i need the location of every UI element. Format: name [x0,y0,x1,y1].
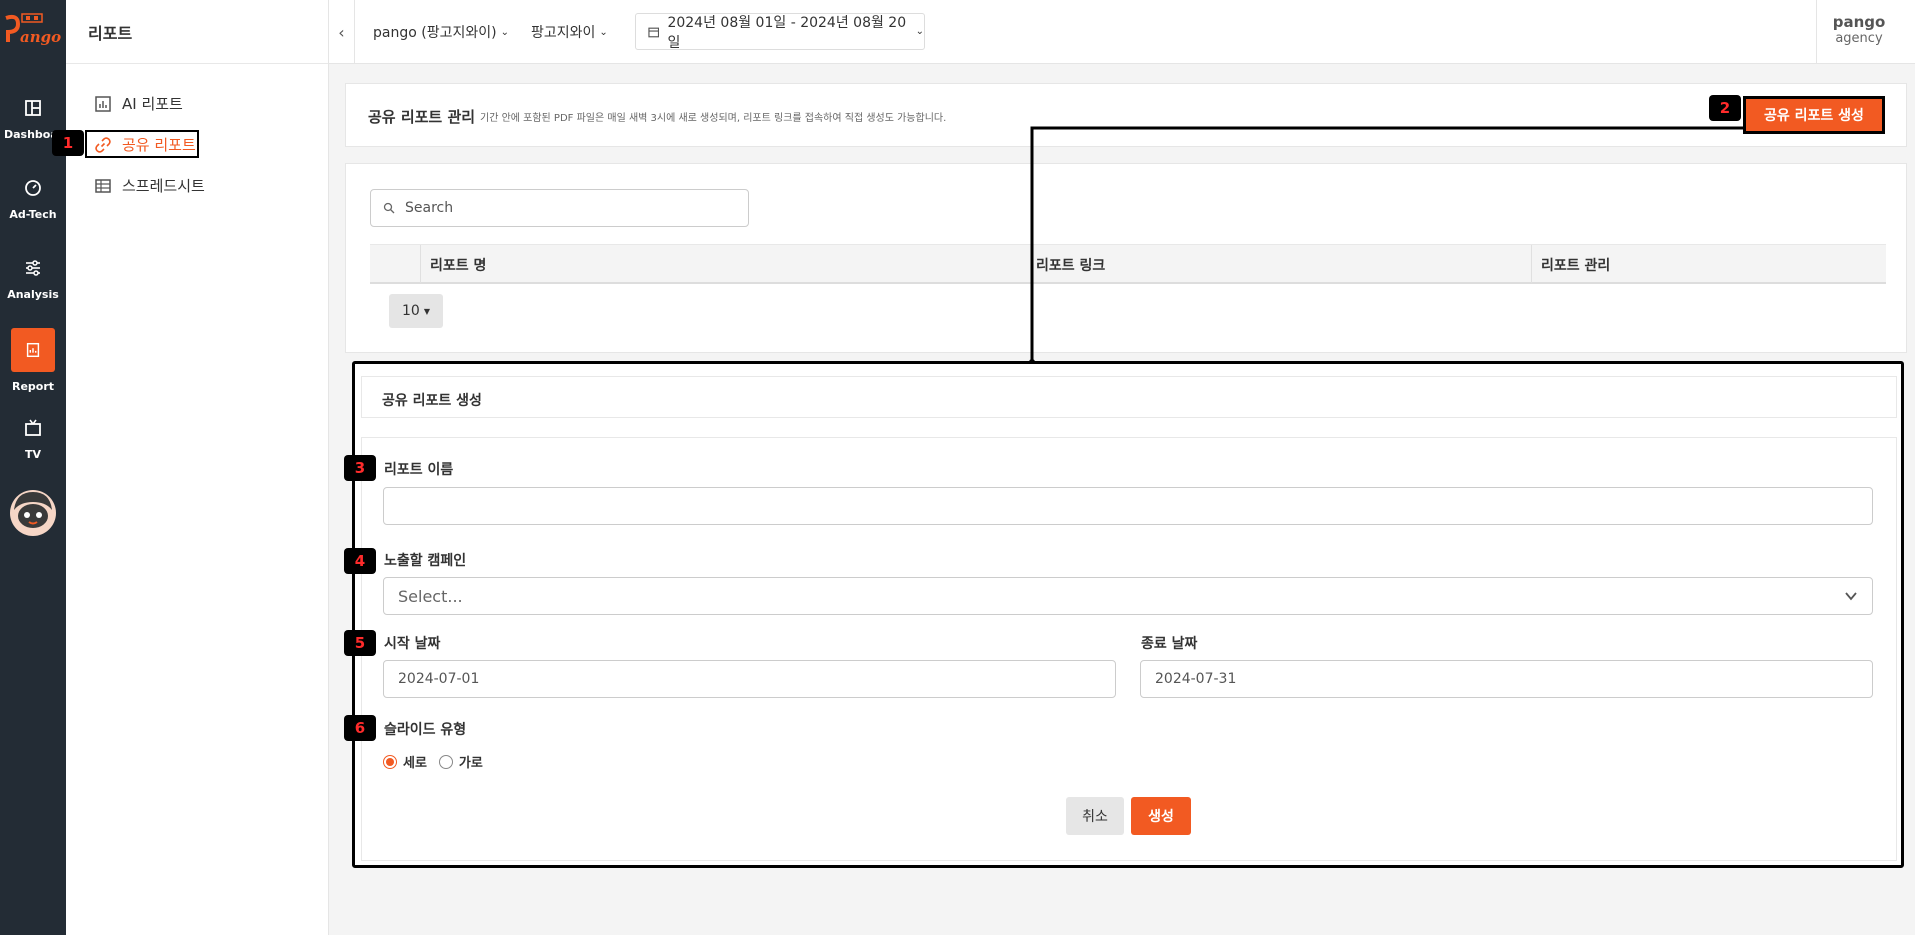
cancel-button[interactable]: 취소 [1066,797,1124,835]
mascot-avatar[interactable] [8,488,58,538]
rail-label-tv: TV [24,448,42,461]
slide-type-label: 슬라이드 유형 [384,722,467,738]
tv-icon [25,419,41,436]
page-title: 공유 리포트 관리 [368,108,476,126]
sidebar-title: 리포트 [66,0,328,64]
rail-item-tv[interactable]: TV [0,418,66,461]
date-range-picker[interactable]: 2024년 08월 01일 - 2024년 08월 20일 ⌄ [635,13,925,51]
rail-item-adtech[interactable]: Ad-Tech [0,178,66,221]
sidebar-item-label: 스프레드시트 [122,177,205,195]
report-active-box [11,328,55,372]
collapse-sidebar-button[interactable]: ‹ [329,0,355,64]
rail-item-report[interactable]: Report [0,328,66,393]
bar-chart-icon [95,95,111,112]
start-date-label: 시작 날짜 [384,636,441,652]
annotation-badge-5: 5 [344,630,376,656]
rail-label-analysis: Analysis [7,288,59,301]
sidebar-item-label: AI 리포트 [122,95,183,113]
page-description: 기간 안에 포함된 PDF 파일은 매일 새벽 3시에 새로 생성되며, 리포트… [480,113,947,124]
dashboard-icon [25,100,41,116]
user-menu[interactable]: pango agency [1816,0,1901,64]
top-bar: ‹ pango (팡고지와이) ⌄ 팡고지와이 ⌄ 2024년 08월 01일 … [329,0,1915,64]
sliders-icon [26,260,40,276]
annotation-badge-1: 1 [52,130,84,156]
end-date-label: 종료 날짜 [1141,636,1198,652]
advertiser-value: 팡고지와이 [531,25,596,41]
annotation-badge-2: 2 [1709,95,1741,121]
report-name-input[interactable] [383,487,1873,525]
slide-landscape-label[interactable]: 가로 [459,752,483,771]
svg-text:ango: ango [20,28,61,46]
annotation-box-1 [85,130,199,158]
user-name: pango [1832,13,1886,31]
search-icon [383,202,395,214]
annotation-connector [1029,126,1743,365]
annotation-badge-3: 3 [344,455,376,481]
annotation-badge-4: 4 [344,548,376,574]
chevron-down-icon [1845,592,1857,601]
date-range-value: 2024년 08월 01일 - 2024년 08월 20일 [667,14,907,51]
submit-create-button[interactable]: 생성 [1131,797,1191,835]
annotation-badge-6: 6 [344,715,376,741]
rail-label-report: Report [11,380,55,393]
page-size-value: 10 [402,303,420,319]
user-role: agency [1835,31,1883,46]
search-input[interactable]: Search [370,189,749,227]
column-header-name[interactable]: 리포트 명 [430,255,486,275]
calendar-icon [648,27,660,37]
slide-landscape-radio[interactable] [438,754,453,769]
start-date-input[interactable]: 2024-07-01 [383,660,1116,698]
create-shared-report-button[interactable]: 공유 리포트 생성 [1743,96,1885,134]
slide-portrait-radio[interactable] [383,754,397,769]
chevron-down-icon: ⌄ [599,26,608,38]
caret-down-icon: ▼ [423,306,430,316]
advertiser-dropdown[interactable]: 팡고지와이 ⌄ [531,22,608,42]
campaign-select[interactable]: Select... [383,577,1873,615]
slide-type-radio-group: 세로 가로 [383,752,483,771]
chevron-left-icon: ‹ [338,22,345,42]
campaign-placeholder: Select... [398,586,463,606]
rail-label-adtech: Ad-Tech [9,208,57,221]
pango-logo[interactable]: ango [2,12,64,48]
form-title: 공유 리포트 생성 [361,376,1897,418]
campaign-label: 노출할 캠페인 [384,553,467,569]
account-dropdown[interactable]: pango (팡고지와이) ⌄ [373,22,509,42]
rail-item-analysis[interactable]: Analysis [0,258,66,301]
chevron-down-icon: ⌄ [915,26,924,37]
table-icon [95,178,111,193]
sidebar-item-spreadsheet[interactable]: 스프레드시트 [94,175,205,196]
search-placeholder: Search [405,200,454,216]
column-divider [420,245,421,283]
end-date-input[interactable]: 2024-07-31 [1140,660,1873,698]
page-size-select[interactable]: 10 ▼ [389,294,443,328]
chevron-down-icon: ⌄ [500,26,509,38]
sidebar-item-ai-report[interactable]: AI 리포트 [94,93,183,114]
report-icon [26,342,40,358]
gauge-icon [25,180,41,196]
account-value: pango (팡고지와이) [373,25,497,41]
slide-portrait-label[interactable]: 세로 [403,752,427,771]
report-name-label: 리포트 이름 [384,462,454,478]
